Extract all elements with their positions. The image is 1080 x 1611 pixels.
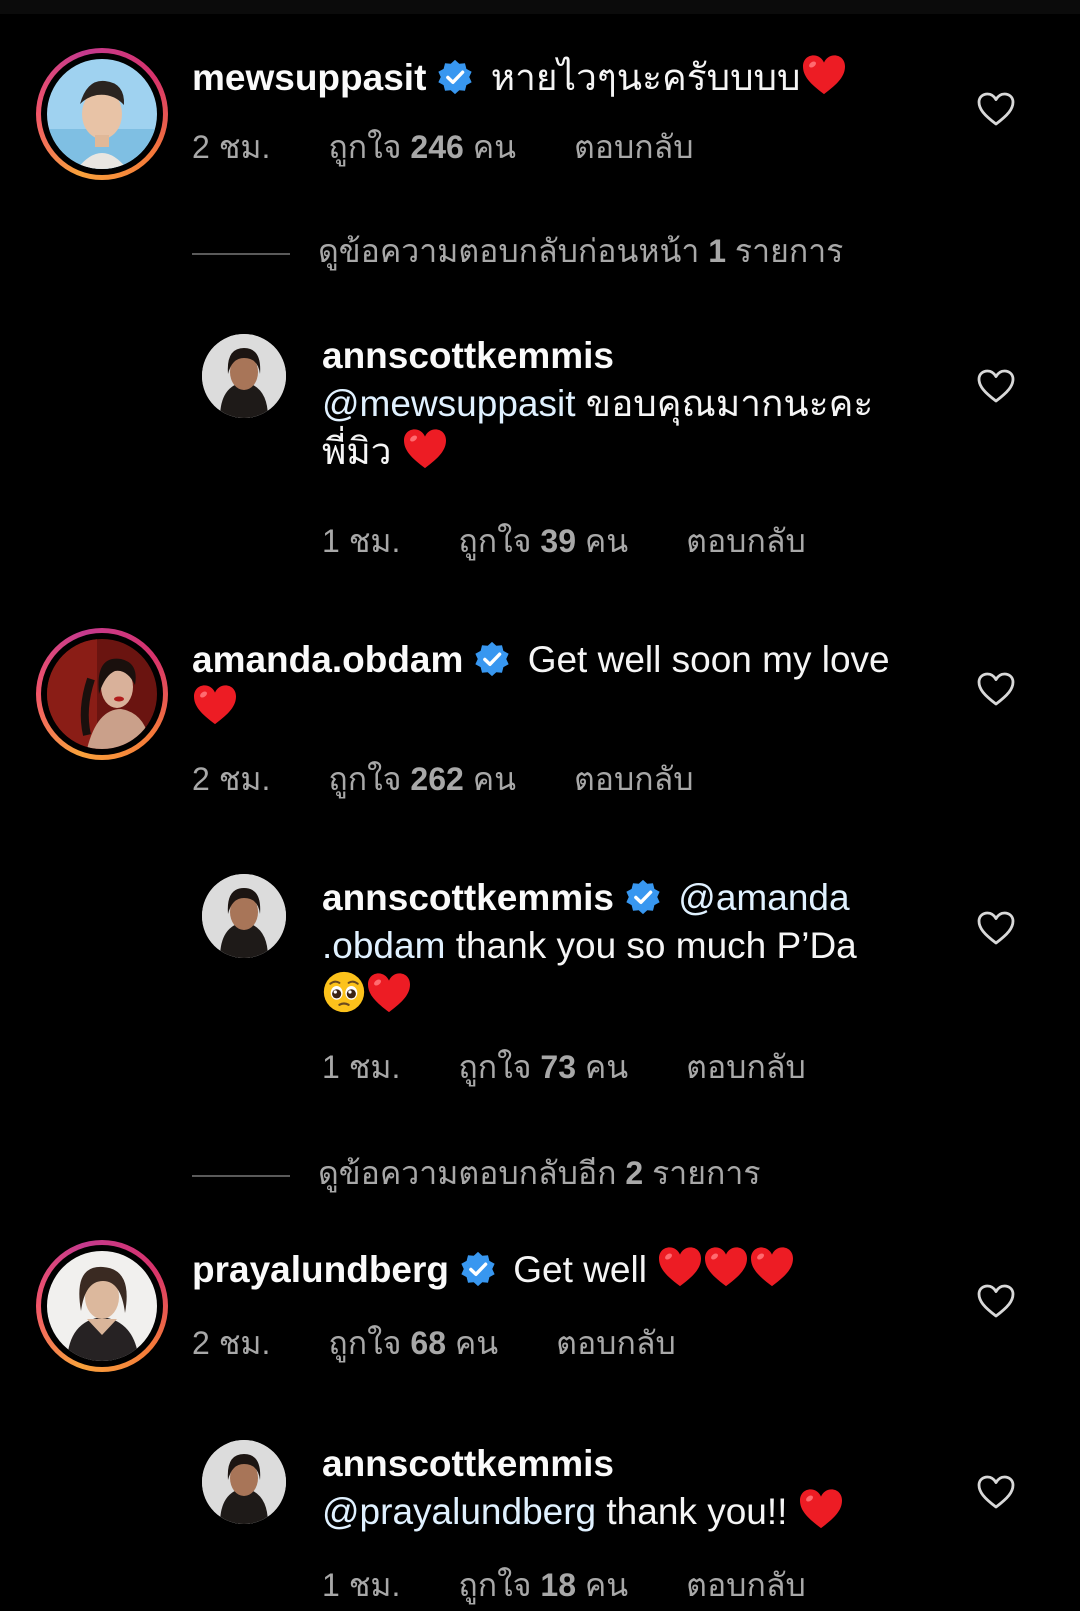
red-heart-emoji-icon [657,1246,703,1288]
avatar [47,639,157,749]
reply-username[interactable]: annscottkemmis [322,1443,614,1484]
mention-link[interactable]: @prayalundberg [322,1491,596,1532]
comment-time: 2 ชม. [192,761,271,797]
reply-time: 1 ชม. [322,1567,401,1603]
reply-username[interactable]: annscottkemmis [322,877,614,918]
avatar [47,59,157,169]
comment-time: 2 ชม. [192,1325,271,1361]
avatar[interactable] [202,1440,286,1524]
reply-text: annscottkemmis @mewsuppasit ขอบคุณมากนะค… [322,332,942,476]
red-heart-emoji-icon [192,684,238,726]
reply-meta: 1 ชม. ถูกใจ 73 คน ตอบกลับ [322,1042,864,1093]
reply-body: thank you!! [606,1491,788,1532]
comment-meta: 2 ชม. ถูกใจ 262 คน ตอบกลับ [192,754,752,805]
like-heart-icon[interactable] [976,1283,1016,1319]
view-previous-replies-button[interactable]: ดูข้อความตอบกลับก่อนหน้า 1 รายการ [192,226,843,277]
comment-body: หายไวๆนะครับบบบ [490,57,801,98]
reply-meta: 1 ชม. ถูกใจ 39 คน ตอบกลับ [322,516,864,567]
comment-text: mewsuppasit หายไวๆนะครับบบบ [192,54,932,102]
comment-body: Get well [513,1249,647,1290]
comment-body: Get well soon my love [527,639,890,680]
reply-button[interactable]: ตอบกลับ [574,129,694,165]
avatar-story-ring[interactable] [36,1240,168,1372]
comment-meta: 2 ชม. ถูกใจ 68 คน ตอบกลับ [192,1318,734,1369]
reply-likes[interactable]: ถูกใจ 18 คน [458,1567,628,1603]
verified-badge-icon [436,58,474,96]
reply-body: ขอบคุณมากนะคะ [585,383,874,424]
reply-button[interactable]: ตอบกลับ [686,523,806,559]
reply-button[interactable]: ตอบกลับ [686,1049,806,1085]
view-more-replies-button[interactable]: ดูข้อความตอบกลับอีก 2 รายการ [192,1148,761,1199]
comment-text: amanda.obdam Get well soon my love [192,636,932,732]
reply-body: thank you so much P’Da [455,925,857,966]
red-heart-emoji-icon [749,1246,795,1288]
avatar[interactable] [202,334,286,418]
red-heart-emoji-icon [402,428,448,470]
comment-username[interactable]: mewsuppasit [192,57,426,98]
like-heart-icon[interactable] [976,671,1016,707]
verified-badge-icon [459,1250,497,1288]
avatar-story-ring[interactable] [36,628,168,760]
reply-button[interactable]: ตอบกลับ [686,1567,806,1603]
pleading-face-emoji-icon [322,970,366,1014]
mention-link-cont[interactable]: .obdam [322,925,445,966]
reply-time: 1 ชม. [322,1049,401,1085]
comment-time: 2 ชม. [192,129,271,165]
comment-meta: 2 ชม. ถูกใจ 246 คน ตอบกลับ [192,122,752,173]
like-heart-icon[interactable] [976,1474,1016,1510]
red-heart-emoji-icon [703,1246,749,1288]
reply-likes[interactable]: ถูกใจ 73 คน [458,1049,628,1085]
mention-link[interactable]: @mewsuppasit [322,383,576,424]
reply-username[interactable]: annscottkemmis [322,335,614,376]
comment-username[interactable]: prayalundberg [192,1249,449,1290]
red-heart-emoji-icon [798,1488,844,1530]
reply-button[interactable]: ตอบกลับ [556,1325,676,1361]
reply-button[interactable]: ตอบกลับ [574,761,694,797]
reply-text: annscottkemmis @amanda .obdam thank you … [322,874,942,1020]
verified-badge-icon [473,640,511,678]
comment-likes[interactable]: ถูกใจ 68 คน [328,1325,498,1361]
reply-time: 1 ชม. [322,523,401,559]
like-heart-icon[interactable] [976,910,1016,946]
avatar [47,1251,157,1361]
reply-meta: 1 ชม. ถูกใจ 18 คน ตอบกลับ [322,1560,864,1611]
comment-likes[interactable]: ถูกใจ 262 คน [328,761,516,797]
avatar[interactable] [202,874,286,958]
divider-line [192,1174,290,1177]
red-heart-emoji-icon [801,54,847,96]
reply-body-line2: พี่มิว [322,431,392,472]
status-divider [0,0,1080,14]
like-heart-icon[interactable] [976,368,1016,404]
avatar-story-ring[interactable] [36,48,168,180]
comment-text: prayalundberg Get well [192,1246,932,1294]
comment-likes[interactable]: ถูกใจ 246 คน [328,129,516,165]
red-heart-emoji-icon [366,972,412,1014]
verified-badge-icon [624,878,662,916]
divider-line [192,252,290,255]
reply-text: annscottkemmis @prayalundberg thank you!… [322,1440,942,1536]
reply-likes[interactable]: ถูกใจ 39 คน [458,523,628,559]
comment-username[interactable]: amanda.obdam [192,639,463,680]
mention-link[interactable]: @amanda [678,877,849,918]
like-heart-icon[interactable] [976,91,1016,127]
